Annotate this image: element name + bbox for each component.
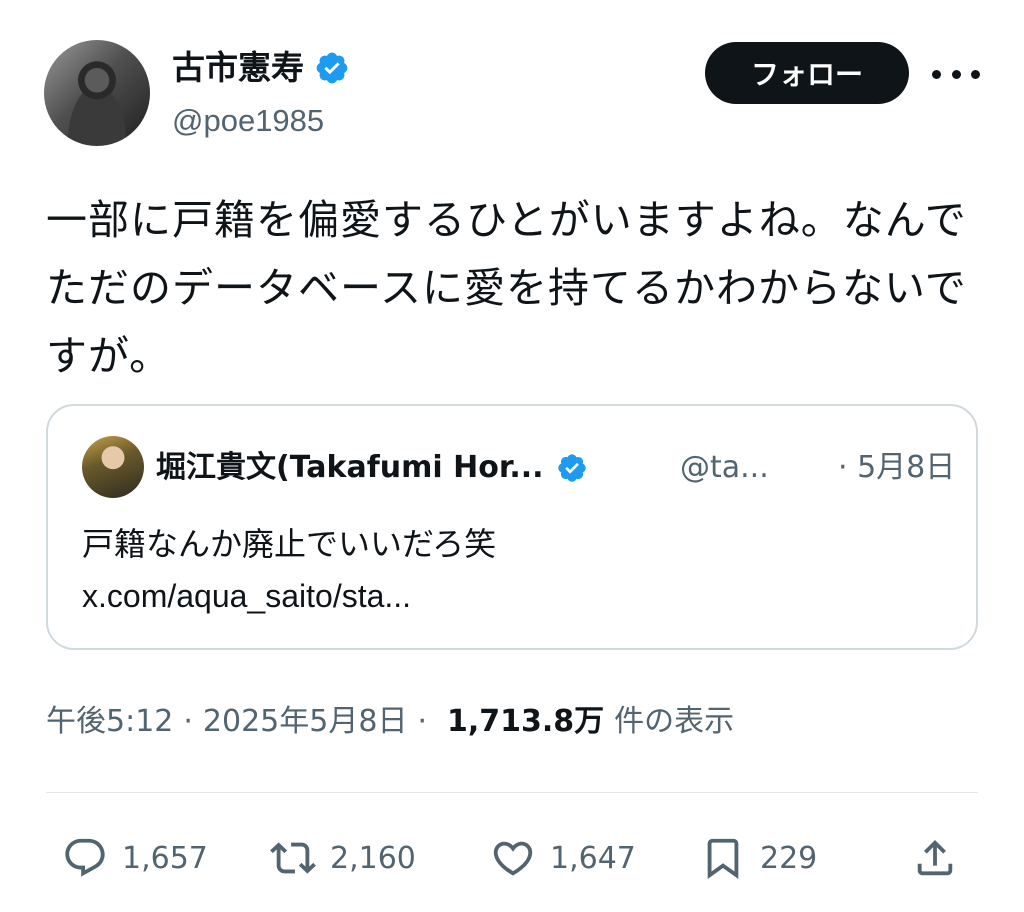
bookmark-count: 229 <box>760 840 818 876</box>
quoted-tweet-date: · 5月8日 <box>838 450 956 485</box>
more-dot <box>951 69 961 79</box>
share-button[interactable] <box>912 822 958 894</box>
meta-separator: · <box>183 704 193 739</box>
follow-button[interactable]: フォロー <box>705 42 909 104</box>
view-count-label: 件の表示 <box>614 704 735 739</box>
quoted-author-name-row: 堀江貴文(Takafumi Hor... <box>156 448 588 488</box>
more-dot <box>971 69 980 79</box>
reply-count: 1,657 <box>122 840 208 876</box>
author-name[interactable]: 古市憲寿 <box>172 46 304 90</box>
quoted-tweet-card[interactable]: 堀江貴文(Takafumi Hor... @ta... · 5月8日 戸籍なんか… <box>46 404 978 650</box>
share-icon <box>917 839 953 876</box>
tweet-meta: 午後5:12 · 2025年5月8日 · 1,713.8万 件の表示 <box>46 700 734 744</box>
author-avatar[interactable] <box>44 40 150 146</box>
divider <box>46 792 978 793</box>
repost-button[interactable]: 2,160 <box>270 822 416 894</box>
more-dot <box>932 69 941 79</box>
author-name-row[interactable]: 古市憲寿 <box>172 46 350 90</box>
tweet-date[interactable]: 2025年5月8日 <box>203 700 408 744</box>
tweet-text: 一部に戸籍を偏愛するひとがいますよね。なんで ただのデータベースに愛を持てるかわ… <box>46 196 967 380</box>
like-button[interactable]: 1,647 <box>490 822 636 894</box>
quoted-author-avatar[interactable] <box>82 436 144 498</box>
verified-badge-icon <box>557 454 586 482</box>
more-icon[interactable] <box>932 56 980 92</box>
bookmark-button[interactable]: 229 <box>700 822 817 894</box>
tweet-time[interactable]: 午後5:12 <box>46 700 173 744</box>
reply-icon <box>65 838 105 877</box>
meta-separator: · <box>417 704 427 739</box>
quoted-author-handle: @ta... <box>680 450 769 485</box>
quoted-tweet-link[interactable]: x.com/aqua_saito/sta... <box>82 572 411 620</box>
repost-count: 2,160 <box>330 840 416 876</box>
bookmark-icon <box>707 838 739 879</box>
quoted-author-name: 堀江貴文(Takafumi Hor... <box>156 450 544 485</box>
repost-icon <box>270 842 316 874</box>
like-count: 1,647 <box>550 840 636 876</box>
quoted-tweet-text: 戸籍なんか廃止でいいだろ笑 <box>82 525 497 563</box>
author-handle[interactable]: @poe1985 <box>172 100 324 142</box>
action-bar: 1,657 2,160 1,647 229 <box>0 822 1024 894</box>
heart-icon <box>493 841 533 876</box>
view-count[interactable]: 1,713.8万 <box>447 700 604 744</box>
reply-button[interactable]: 1,657 <box>62 822 208 894</box>
verified-badge-icon <box>316 52 348 84</box>
